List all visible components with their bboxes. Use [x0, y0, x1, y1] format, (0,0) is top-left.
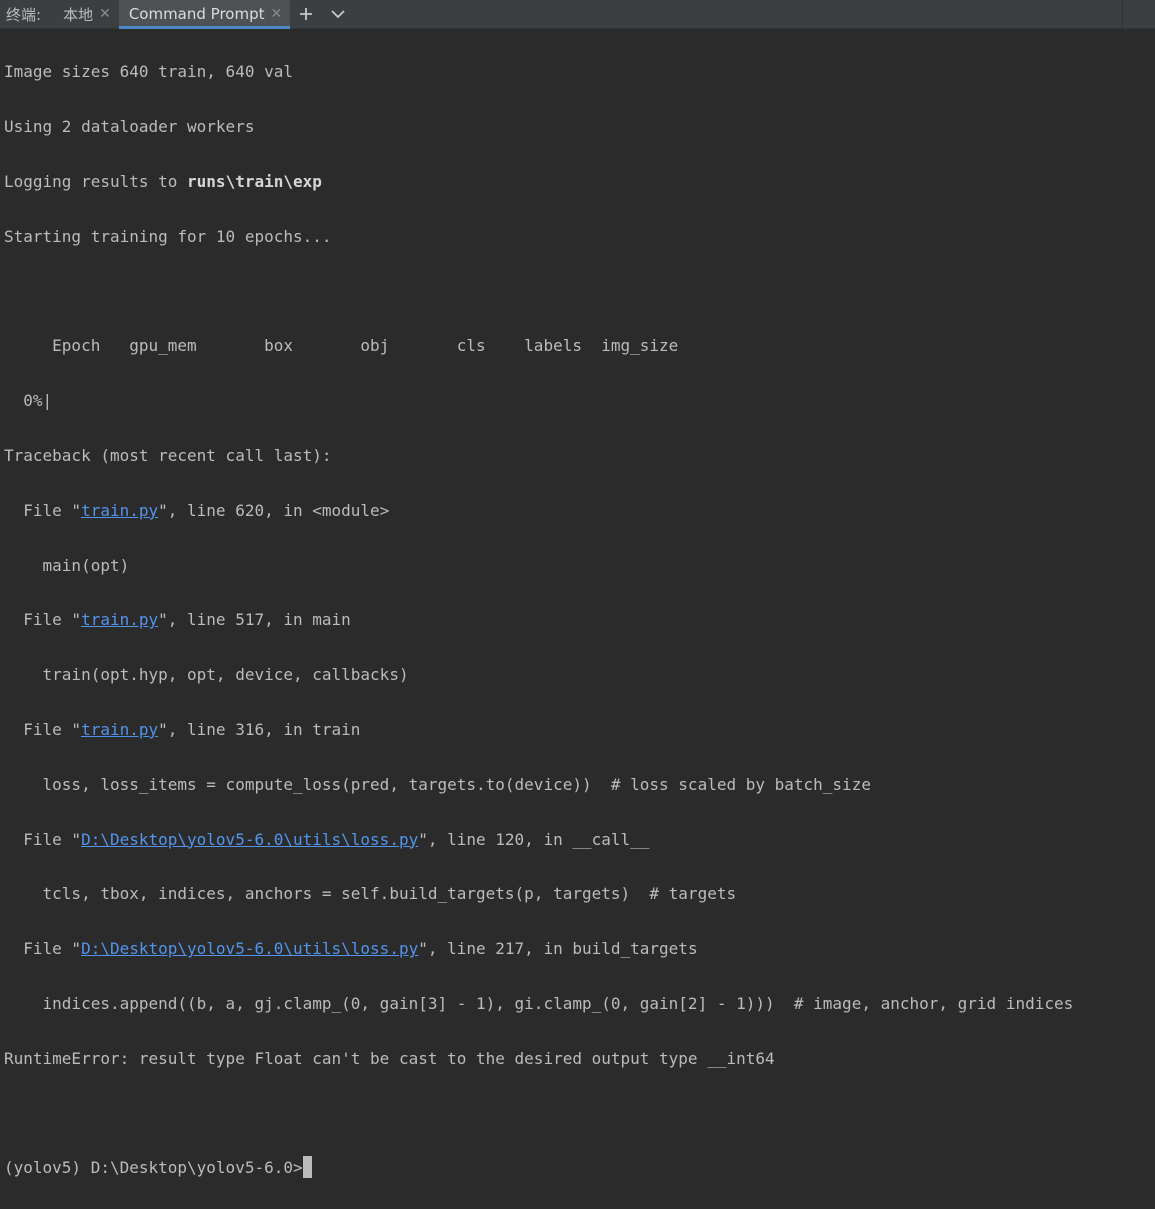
traceback-frame: File "D:\Desktop\yolov5-6.0\utils\loss.p…	[4, 935, 1155, 962]
file-link[interactable]: train.py	[81, 501, 158, 520]
traceback-code: tcls, tbox, indices, anchors = self.buil…	[4, 884, 737, 904]
tab-command-prompt-label: Command Prompt	[128, 5, 265, 23]
traceback-code: main(opt)	[4, 555, 130, 575]
terminal-tab-bar: 终端: 本地 ✕ Command Prompt ✕	[0, 0, 1155, 29]
output-line: Starting training for 10 epochs...	[4, 226, 332, 246]
text-cursor	[302, 1156, 312, 1179]
close-icon[interactable]: ✕	[271, 6, 283, 22]
frame-suffix: ", line 217, in build_targets	[418, 939, 698, 959]
traceback-frame: File "train.py", line 517, in main	[4, 606, 1155, 633]
frame-prefix: File "	[4, 719, 82, 739]
traceback-line: Traceback (most recent call last):	[4, 445, 332, 465]
traceback-frame: File "train.py", line 620, in <module>	[4, 497, 1155, 524]
tab-bar-right-panel	[1122, 0, 1155, 28]
plus-icon[interactable]	[290, 0, 322, 28]
file-link[interactable]: D:\Desktop\yolov5-6.0\utils\loss.py	[81, 830, 418, 849]
frame-prefix: File "	[4, 610, 82, 630]
terminal-label: 终端:	[6, 5, 42, 24]
frame-suffix: ", line 316, in train	[158, 719, 361, 739]
tab-command-prompt[interactable]: Command Prompt ✕	[118, 0, 291, 29]
error-line: RuntimeError: result type Float can't be…	[4, 1048, 775, 1068]
traceback-frame: File "train.py", line 316, in train	[4, 716, 1155, 743]
frame-prefix: File "	[4, 939, 82, 959]
file-link[interactable]: train.py	[81, 610, 158, 629]
close-icon[interactable]: ✕	[99, 6, 111, 22]
output-line: Logging results to runs\train\exp	[4, 168, 1155, 195]
tab-local[interactable]: 本地 ✕	[53, 0, 119, 28]
frame-suffix: ", line 517, in main	[158, 610, 351, 630]
terminal-output[interactable]: Image sizes 640 train, 640 val Using 2 d…	[0, 29, 1155, 1209]
prompt-line[interactable]: (yolov5) D:\Desktop\yolov5-6.0>	[4, 1154, 1155, 1181]
traceback-frame: File "D:\Desktop\yolov5-6.0\utils\loss.p…	[4, 826, 1155, 853]
tab-local-label: 本地	[63, 5, 94, 24]
output-path: runs\train\exp	[187, 172, 322, 191]
frame-suffix: ", line 620, in <module>	[158, 500, 390, 520]
traceback-code: loss, loss_items = compute_loss(pred, ta…	[4, 774, 871, 794]
output-line: Using 2 dataloader workers	[4, 117, 255, 137]
output-text: Logging results to	[4, 172, 188, 191]
file-link[interactable]: D:\Desktop\yolov5-6.0\utils\loss.py	[81, 939, 418, 958]
traceback-code: train(opt.hyp, opt, device, callbacks)	[4, 665, 409, 685]
progress-line: 0%|	[4, 391, 53, 411]
traceback-code: indices.append((b, a, gj.clamp_(0, gain[…	[4, 993, 1074, 1013]
frame-suffix: ", line 120, in __call__	[418, 829, 650, 849]
frame-prefix: File "	[4, 500, 82, 520]
frame-prefix: File "	[4, 829, 82, 849]
output-line: Image sizes 640 train, 640 val	[4, 62, 293, 82]
shell-prompt: (yolov5) D:\Desktop\yolov5-6.0>	[4, 1158, 303, 1178]
file-link[interactable]: train.py	[81, 720, 158, 739]
chevron-down-icon[interactable]	[322, 0, 354, 28]
table-header: Epoch gpu_mem box obj cls labels img_siz…	[4, 336, 679, 356]
